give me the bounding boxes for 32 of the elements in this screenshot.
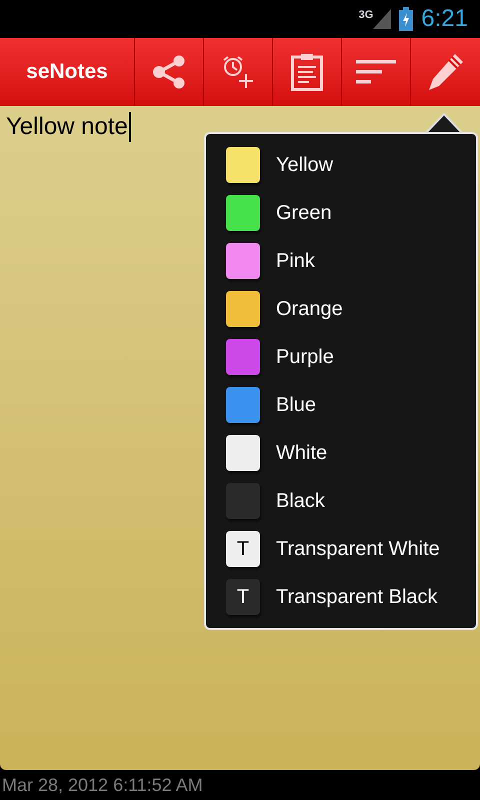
note-text[interactable]: Yellow note — [6, 112, 131, 142]
color-label: Purple — [276, 345, 334, 370]
color-menu-item[interactable]: Blue — [206, 381, 476, 429]
clock: 6:21 — [421, 4, 468, 34]
color-menu-item[interactable]: Orange — [206, 285, 476, 333]
color-label: Transparent Black — [276, 585, 438, 610]
network-type: 3G — [358, 8, 374, 23]
pencil-icon — [426, 52, 464, 92]
color-menu-item[interactable]: Black — [206, 477, 476, 525]
sort-icon — [356, 58, 396, 86]
color-label: White — [276, 441, 328, 466]
color-menu-item[interactable]: T Transparent White — [206, 525, 476, 573]
color-label: Orange — [276, 297, 343, 322]
color-menu-item[interactable]: Pink — [206, 237, 476, 285]
timestamp: Mar 28, 2012 6:11:52 AM — [2, 774, 203, 796]
color-menu-item[interactable]: Green — [206, 189, 476, 237]
signal-icon — [373, 9, 392, 29]
color-label: Transparent White — [276, 537, 440, 562]
color-menu-item[interactable]: White — [206, 429, 476, 477]
color-menu-item[interactable]: T Transparent Black — [206, 573, 476, 621]
color-label: Green — [276, 201, 332, 226]
color-label: Pink — [276, 249, 315, 274]
battery-icon — [399, 7, 414, 31]
clipboard-icon — [291, 53, 323, 91]
color-label: Black — [276, 489, 325, 514]
color-menu-item[interactable]: Yellow — [206, 141, 476, 189]
color-menu-item[interactable]: Purple — [206, 333, 476, 381]
color-label: Blue — [276, 393, 316, 418]
swatch-letter: T — [236, 587, 250, 607]
swatch-letter: T — [236, 539, 250, 559]
app-title: seNotes — [26, 59, 108, 86]
color-label: Yellow — [276, 153, 334, 178]
